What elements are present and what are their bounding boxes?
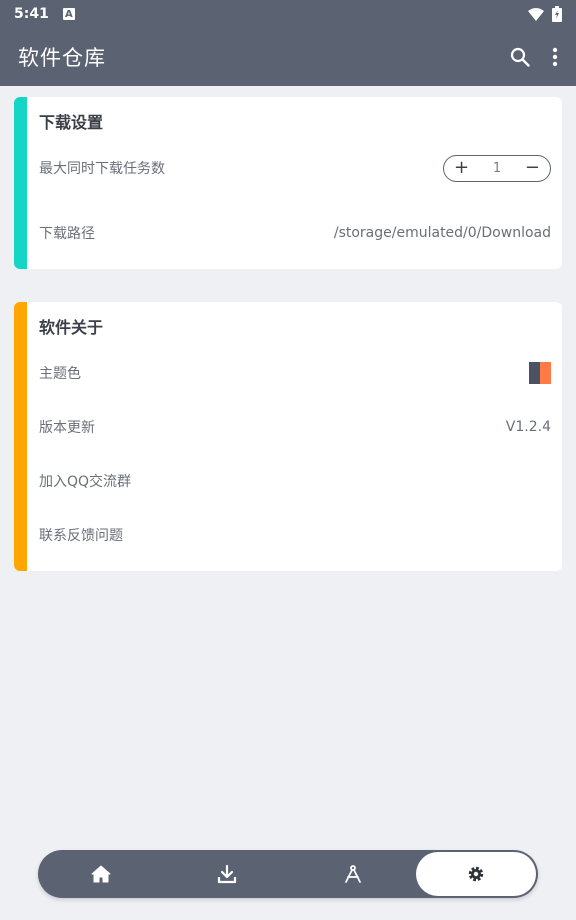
join-qq-group-row[interactable]: 加入QQ交流群 xyxy=(39,468,551,494)
card-accent-bar xyxy=(14,97,27,269)
status-bar: 5:41 A xyxy=(0,0,576,28)
max-tasks-value: 1 xyxy=(492,160,502,176)
card-title: 下载设置 xyxy=(39,113,104,132)
home-icon xyxy=(91,865,111,883)
card-title: 软件关于 xyxy=(39,318,104,337)
nav-download[interactable] xyxy=(164,850,290,898)
nav-home[interactable] xyxy=(38,850,164,898)
more-vert-icon[interactable] xyxy=(552,47,558,67)
version-update-row[interactable]: 版本更新 V1.2.4 xyxy=(39,414,551,440)
card-accent-bar xyxy=(14,302,27,571)
download-path-value: /storage/emulated/0/Download xyxy=(333,225,551,241)
feedback-row[interactable]: 联系反馈问题 xyxy=(39,522,551,548)
theme-color-label: 主题色 xyxy=(39,366,81,382)
notification-a-icon: A xyxy=(62,8,75,20)
app-bar: 软件仓库 xyxy=(0,28,576,86)
version-update-label: 版本更新 xyxy=(39,420,95,436)
swatch-color-orange xyxy=(540,362,551,384)
max-tasks-row: 最大同时下载任务数 + 1 − xyxy=(39,153,551,183)
max-tasks-stepper: + 1 − xyxy=(443,154,551,182)
compass-icon xyxy=(345,865,361,883)
download-path-row[interactable]: 下载路径 /storage/emulated/0/Download xyxy=(39,219,551,247)
download-icon xyxy=(217,864,237,884)
app-root: 5:41 A 软件仓库 下载设置 最大同时下载任务数 + 1 − 下载路径 /s… xyxy=(0,0,576,920)
increment-button[interactable]: + xyxy=(454,159,469,177)
wifi-icon xyxy=(528,7,544,21)
feedback-label: 联系反馈问题 xyxy=(39,528,123,544)
battery-icon xyxy=(552,6,562,22)
download-path-label: 下载路径 xyxy=(39,226,95,242)
nav-discover[interactable] xyxy=(290,850,416,898)
decrement-button[interactable]: − xyxy=(525,159,540,177)
download-settings-card: 下载设置 最大同时下载任务数 + 1 − 下载路径 /storage/emula… xyxy=(14,97,562,269)
swatch-color-dark xyxy=(529,362,540,384)
bottom-nav xyxy=(38,850,538,898)
nav-settings[interactable] xyxy=(416,852,536,896)
about-card: 软件关于 主题色 版本更新 V1.2.4 加入QQ交流群 联系反馈问题 xyxy=(14,302,562,571)
page-title: 软件仓库 xyxy=(18,46,106,70)
search-icon[interactable] xyxy=(510,47,530,67)
max-tasks-label: 最大同时下载任务数 xyxy=(39,161,165,177)
theme-color-swatch[interactable] xyxy=(529,362,551,384)
status-icons xyxy=(528,6,562,22)
theme-color-row[interactable]: 主题色 xyxy=(39,360,551,386)
join-qq-group-label: 加入QQ交流群 xyxy=(39,474,132,490)
settings-icon xyxy=(468,866,484,882)
version-value: V1.2.4 xyxy=(505,419,551,435)
app-bar-actions xyxy=(510,47,558,67)
status-time: 5:41 xyxy=(14,6,49,22)
